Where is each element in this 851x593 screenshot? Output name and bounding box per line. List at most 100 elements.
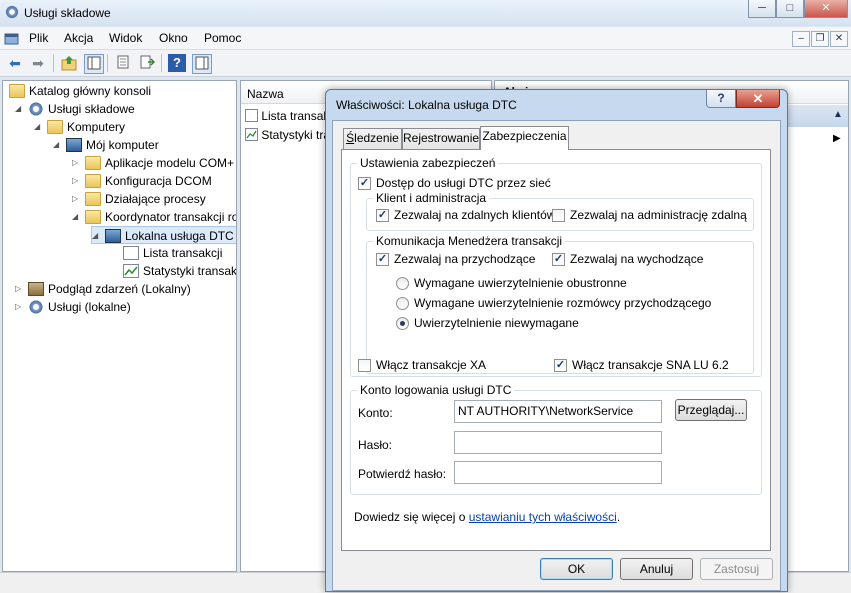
network-dtc-access-label: Dostęp do usługi DTC przez sieć <box>376 176 551 190</box>
system-menu-icon[interactable] <box>4 32 20 46</box>
folder-icon <box>47 120 63 134</box>
allow-inbound-checkbox[interactable]: ✓ <box>376 253 389 266</box>
tree-item-computers[interactable]: ◢ Komputery <box>34 118 125 136</box>
enable-xa-checkbox[interactable] <box>358 359 371 372</box>
export-list-icon[interactable] <box>138 54 156 72</box>
tree-item-dcom-config[interactable]: ▷ Konfiguracja DCOM <box>72 172 212 190</box>
tree-item-label: Usługi (lokalne) <box>48 300 131 314</box>
collapsed-arrow-icon[interactable]: ▷ <box>72 190 80 208</box>
tree-item-label: Konfiguracja DCOM <box>105 174 212 188</box>
tab-security[interactable]: Zabezpieczenia <box>480 126 569 150</box>
folder-icon <box>9 84 25 98</box>
mdi-restore-button[interactable]: ❐ <box>811 31 829 47</box>
collapsed-arrow-icon[interactable]: ▷ <box>15 280 23 298</box>
learn-more-text: Dowiedz się więcej o ustawianiu tych wła… <box>354 510 620 524</box>
allow-inbound-label: Zezwalaj na przychodzące <box>394 252 536 266</box>
tree-item-my-computer[interactable]: ◢ Mój komputer <box>53 136 159 154</box>
ok-button[interactable]: OK <box>540 558 613 580</box>
show-hide-action-pane-icon[interactable] <box>192 54 212 74</box>
group-title: Klient i administracja <box>373 191 490 205</box>
services-gear-icon <box>28 300 44 314</box>
help-icon[interactable]: ? <box>168 54 186 72</box>
confirm-password-field[interactable] <box>454 461 662 484</box>
cancel-button[interactable]: Anuluj <box>620 558 693 580</box>
folder-icon <box>85 156 101 170</box>
component-services-icon <box>28 102 44 116</box>
list-document-icon <box>123 246 139 260</box>
tree-item-services-local[interactable]: ▷ Usługi (lokalne) <box>15 298 131 316</box>
tab-logging[interactable]: Rejestrowanie <box>402 128 480 149</box>
no-auth-radio[interactable] <box>396 317 409 330</box>
expanded-arrow-icon[interactable]: ◢ <box>15 100 23 118</box>
dialog-help-button[interactable]: ? <box>706 90 736 108</box>
menu-help[interactable]: Pomoc <box>204 31 241 45</box>
column-header-name[interactable]: Nazwa <box>247 87 284 101</box>
expanded-arrow-icon[interactable]: ◢ <box>72 208 80 226</box>
more-actions-arrow-icon[interactable]: ▶ <box>833 133 841 144</box>
maximize-button[interactable]: □ <box>776 0 804 18</box>
learn-more-link[interactable]: ustawianiu tych właściwości <box>469 510 617 524</box>
dialog-close-button[interactable]: ✕ <box>736 90 780 108</box>
expanded-arrow-icon[interactable]: ◢ <box>34 118 42 136</box>
back-arrow-icon[interactable]: ⬅ <box>6 54 24 72</box>
remote-clients-checkbox[interactable]: ✓ <box>376 209 389 222</box>
properties-icon[interactable] <box>114 54 132 72</box>
collapsed-arrow-icon[interactable]: ▷ <box>15 298 23 316</box>
password-field[interactable] <box>454 431 662 454</box>
menu-view[interactable]: Widok <box>109 31 142 45</box>
tree-item-running-processes[interactable]: ▷ Działające procesy <box>72 190 206 208</box>
up-folder-icon[interactable] <box>60 54 78 72</box>
no-auth-label: Uwierzytelnienie niewymagane <box>414 316 579 330</box>
mdi-minimize-button[interactable]: – <box>792 31 810 47</box>
collapse-arrow-icon[interactable]: ▲ <box>833 109 843 120</box>
account-field[interactable]: NT AUTHORITY\NetworkService <box>454 400 662 423</box>
enable-sna-checkbox[interactable]: ✓ <box>554 359 567 372</box>
tree-item-transaction-stats[interactable]: Statystyki transakcji <box>123 262 236 280</box>
tab-label: ledzenie <box>354 131 399 145</box>
network-dtc-access-checkbox[interactable]: ✓ <box>358 177 371 190</box>
expanded-arrow-icon[interactable]: ◢ <box>92 227 100 245</box>
collapsed-arrow-icon[interactable]: ▷ <box>72 154 80 172</box>
allow-outbound-checkbox[interactable]: ✓ <box>552 253 565 266</box>
tree-item-label: Lokalna usługa DTC <box>125 229 234 243</box>
expanded-arrow-icon[interactable]: ◢ <box>53 136 61 154</box>
tree-item-label: Koordynator transakcji rozproszonych <box>105 210 236 224</box>
component-services-icon <box>5 5 19 19</box>
group-title: Komunikacja Menedżera transakcji <box>373 234 566 248</box>
tree-item-local-dtc[interactable]: ◢ Lokalna usługa DTC <box>91 226 236 245</box>
apply-button[interactable]: Zastosuj <box>700 558 773 580</box>
tree-item-label: Aplikacje modelu COM+ <box>105 156 235 170</box>
enable-xa-label: Włącz transakcje XA <box>376 358 487 372</box>
tree-item-label: Lista transakcji <box>143 246 223 260</box>
show-hide-tree-icon[interactable] <box>84 54 104 74</box>
minimize-button[interactable]: ─ <box>748 0 776 18</box>
browse-button[interactable]: Przeglądaj... <box>675 399 747 421</box>
collapsed-arrow-icon[interactable]: ▷ <box>72 172 80 190</box>
remote-admin-checkbox[interactable] <box>552 209 565 222</box>
tree-item-component-services[interactable]: ◢ Usługi składowe <box>15 100 135 118</box>
incoming-caller-auth-radio[interactable] <box>396 297 409 310</box>
window-title: Usługi składowe <box>24 6 111 20</box>
tree-item-transaction-list[interactable]: Lista transakcji <box>123 244 222 262</box>
close-button[interactable]: ✕ <box>804 0 848 18</box>
menu-window[interactable]: Okno <box>159 31 188 45</box>
tree-item-label: Działające procesy <box>105 192 206 206</box>
forward-arrow-icon[interactable]: ➡ <box>29 54 47 72</box>
menu-file[interactable]: Plik <box>29 31 48 45</box>
password-label: Hasło: <box>358 438 393 452</box>
tree-item-com-apps[interactable]: ▷ Aplikacje modelu COM+ <box>72 154 234 172</box>
console-tree: Katalog główny konsoli ◢ Usługi składowe… <box>2 80 237 572</box>
tab-tracing[interactable]: Śledzenie <box>343 128 402 149</box>
tree-item-label: Komputery <box>67 120 126 134</box>
mutual-auth-radio[interactable] <box>396 277 409 290</box>
menu-action[interactable]: Akcja <box>64 31 93 45</box>
tree-item-label: Usługi składowe <box>48 102 135 116</box>
toolbar-separator <box>53 54 54 72</box>
tree-item-console-root[interactable]: Katalog główny konsoli <box>9 82 151 100</box>
tree-item-dtc[interactable]: ◢ Koordynator transakcji rozproszonych <box>72 208 236 226</box>
tree-item-event-viewer[interactable]: ▷ Podgląd zdarzeń (Lokalny) <box>15 280 191 298</box>
remote-admin-label: Zezwalaj na administrację zdalną <box>570 208 747 222</box>
dialog-title: Właściwości: Lokalna usługa DTC <box>336 98 517 112</box>
tree-item-label: Podgląd zdarzeń (Lokalny) <box>48 282 191 296</box>
mdi-close-button[interactable]: ✕ <box>830 31 848 47</box>
